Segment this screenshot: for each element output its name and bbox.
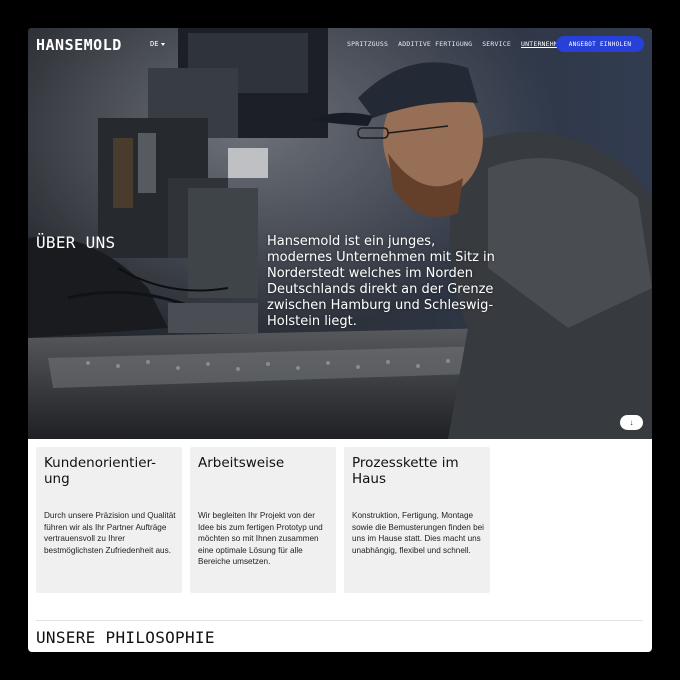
scroll-down-button[interactable]: ↓: [620, 415, 643, 430]
card-kundenorientierung: Kundenorientier- ung Durch unsere Präzis…: [36, 447, 182, 593]
card-title: Prozesskette im Haus: [352, 455, 459, 487]
language-label: DE: [150, 40, 159, 48]
page-frame: HANSEMOLD DE SPRITZGUSS ADDITIVE FERTIGU…: [28, 28, 652, 652]
card-text: Durch unsere Präzision und Qualität führ…: [44, 511, 176, 555]
hero-description: Hansemold ist ein junges, modernes Unter…: [267, 234, 495, 329]
philosophy-heading: UNSERE PHILOSOPHIE: [36, 628, 215, 647]
card-arbeitsweise: Arbeitsweise Wir begleiten Ihr Projekt v…: [190, 447, 336, 593]
language-selector[interactable]: DE: [150, 40, 166, 48]
card-text: Wir begleiten Ihr Projekt von der Idee b…: [198, 511, 323, 567]
brand-logo[interactable]: HANSEMOLD: [36, 36, 122, 54]
top-navigation: HANSEMOLD DE SPRITZGUSS ADDITIVE FERTIGU…: [28, 28, 652, 62]
section-divider: [36, 620, 643, 621]
nav-link-spritzguss[interactable]: SPRITZGUSS: [347, 40, 388, 48]
card-prozesskette: Prozesskette im Haus Konstruktion, Ferti…: [344, 447, 490, 593]
chevron-down-icon: [161, 42, 166, 46]
hero-title: ÜBER UNS: [36, 233, 116, 252]
card-text: Konstruktion, Fertigung, Montage sowie d…: [352, 511, 484, 555]
card-title: Arbeitsweise: [198, 455, 285, 471]
nav-links: SPRITZGUSS ADDITIVE FERTIGUNG SERVICE UN…: [347, 40, 576, 48]
request-quote-button[interactable]: ANGEBOT EINHOLEN: [556, 36, 644, 52]
arrow-down-icon: ↓: [629, 418, 634, 427]
card-title: Kundenorientier- ung: [44, 455, 157, 487]
hero-section: HANSEMOLD DE SPRITZGUSS ADDITIVE FERTIGU…: [28, 28, 652, 439]
nav-link-service[interactable]: SERVICE: [482, 40, 511, 48]
nav-link-additive-fertigung[interactable]: ADDITIVE FERTIGUNG: [398, 40, 472, 48]
